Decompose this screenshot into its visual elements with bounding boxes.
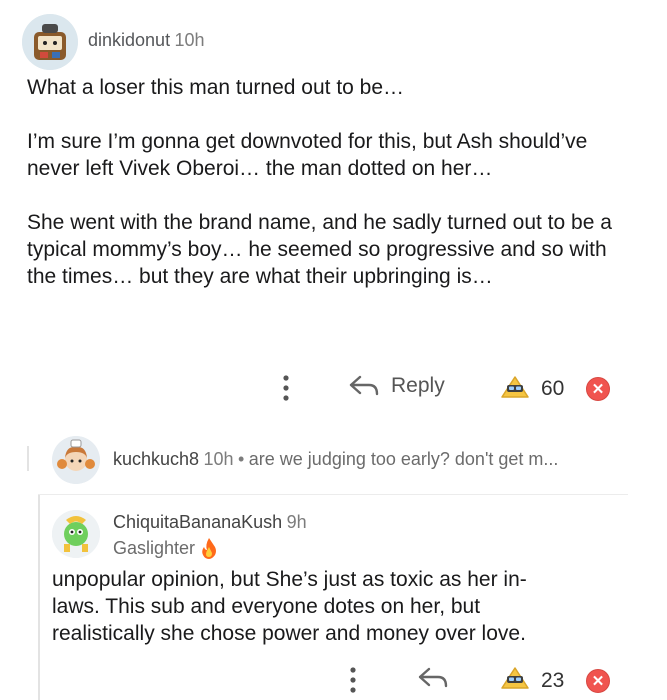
thread-line bbox=[38, 495, 40, 700]
vote-score: 23 bbox=[541, 669, 565, 692]
upvote-button[interactable] bbox=[500, 666, 530, 692]
comment-paragraph: I’m sure I’m gonna get downvoted for thi… bbox=[27, 130, 588, 180]
comment-header: dinkidonut 10h bbox=[88, 30, 205, 51]
downvote-button[interactable]: ✕ bbox=[586, 377, 610, 401]
username[interactable]: kuchkuch8 bbox=[113, 449, 199, 469]
divider bbox=[38, 494, 628, 495]
reply-icon bbox=[418, 667, 448, 688]
timestamp: 10h bbox=[203, 449, 234, 469]
comment-body: unpopular opinion, but She’s just as tox… bbox=[52, 568, 527, 645]
comment-paragraph: She went with the brand name, and he sad… bbox=[27, 211, 612, 288]
more-options-button[interactable] bbox=[276, 372, 296, 404]
downvote-button[interactable]: ✕ bbox=[586, 669, 610, 693]
more-options-button[interactable] bbox=[343, 664, 363, 696]
reply-icon bbox=[349, 375, 379, 396]
comment-preview: are we judging too early? don't get m... bbox=[248, 449, 559, 469]
username[interactable]: ChiquitaBananaKush bbox=[113, 512, 282, 532]
collapsed-comment[interactable]: kuchkuch8 10h • are we judging too early… bbox=[113, 449, 558, 470]
reply-label: Reply bbox=[391, 374, 445, 397]
avatar[interactable] bbox=[52, 436, 100, 484]
upvote-icon bbox=[501, 667, 529, 689]
user-flair: Gaslighter bbox=[113, 537, 218, 559]
user-avatar-icon bbox=[22, 14, 78, 70]
vote-score: 60 bbox=[541, 377, 565, 400]
thread-line bbox=[27, 446, 29, 471]
avatar[interactable] bbox=[22, 14, 78, 70]
user-avatar-icon bbox=[52, 436, 100, 484]
reply-button[interactable] bbox=[418, 667, 448, 689]
flair-text: Gaslighter bbox=[113, 537, 196, 558]
fire-icon bbox=[202, 538, 217, 559]
reply-button[interactable]: Reply bbox=[349, 374, 445, 398]
more-vertical-icon bbox=[283, 375, 289, 401]
upvote-icon bbox=[501, 376, 529, 398]
separator: • bbox=[238, 449, 245, 469]
downvote-icon: ✕ bbox=[591, 381, 605, 398]
comment-body: What a loser this man turned out to be… … bbox=[27, 74, 627, 290]
username[interactable]: dinkidonut bbox=[88, 30, 170, 50]
comment-paragraph: What a loser this man turned out to be… bbox=[27, 76, 405, 99]
timestamp: 9h bbox=[286, 512, 307, 532]
comment-header: ChiquitaBananaKush 9h bbox=[113, 512, 307, 533]
downvote-icon: ✕ bbox=[591, 673, 605, 690]
timestamp: 10h bbox=[174, 30, 205, 50]
upvote-button[interactable] bbox=[500, 375, 530, 401]
more-vertical-icon bbox=[350, 667, 356, 693]
avatar[interactable] bbox=[52, 510, 100, 558]
user-avatar-icon bbox=[52, 510, 100, 558]
